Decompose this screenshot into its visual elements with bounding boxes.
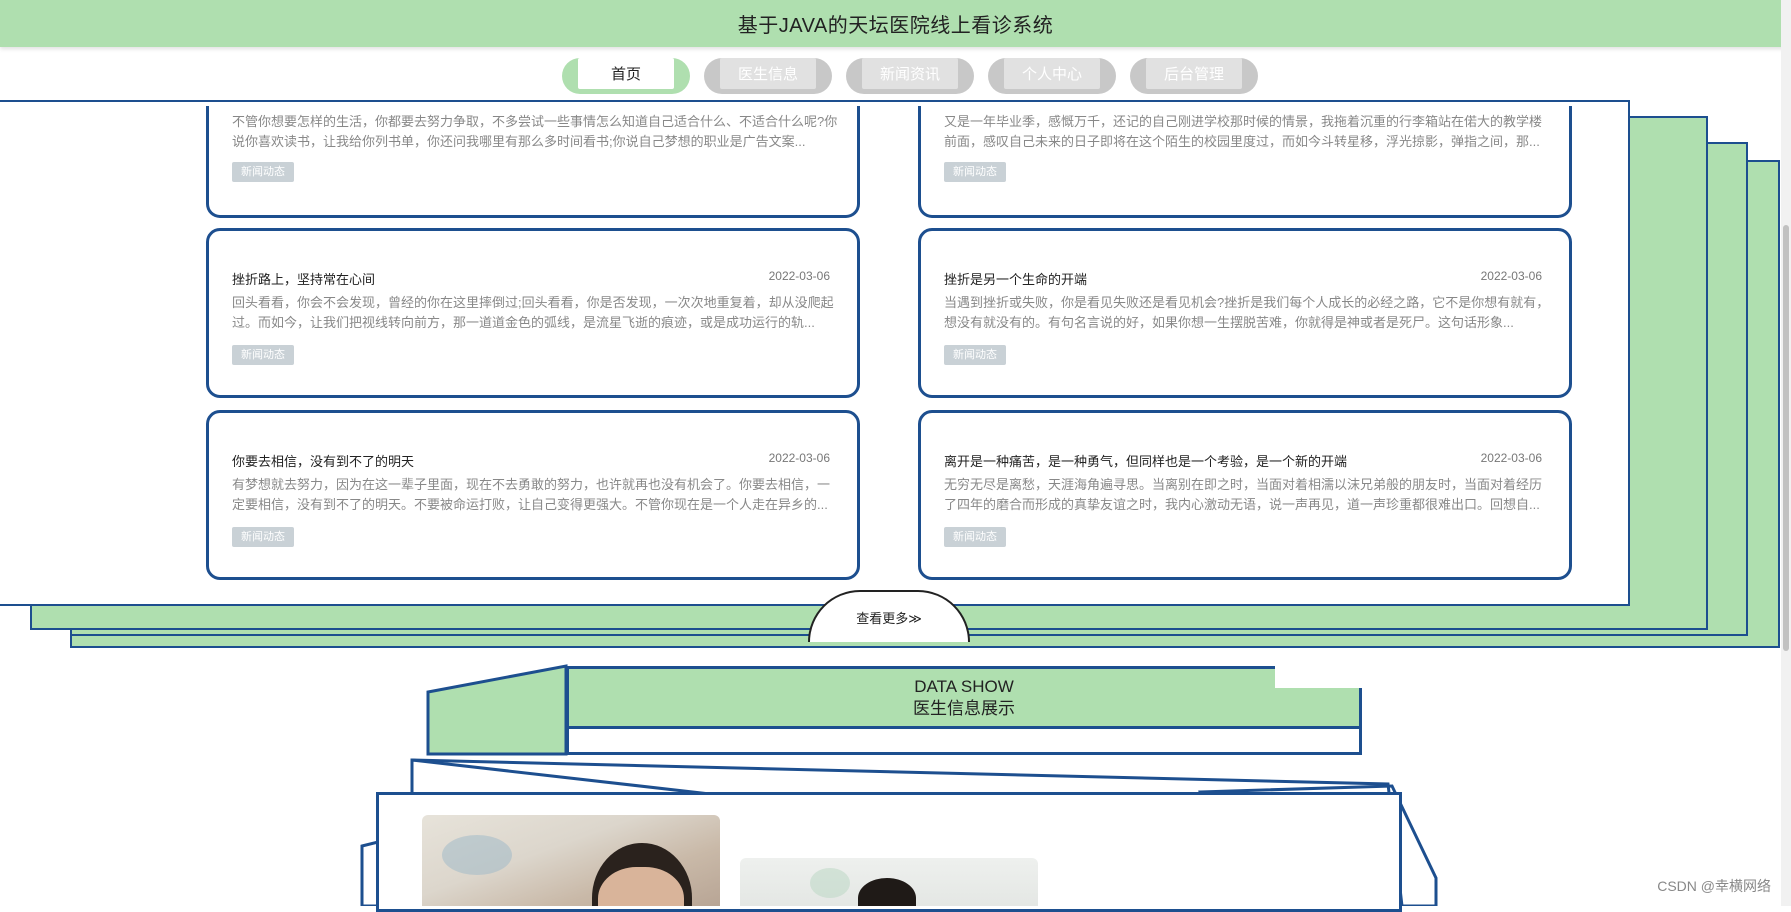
- news-card[interactable]: 挫折是另一个生命的开端 2022-03-06 当遇到挫折或失败，你是看见失败还是…: [918, 228, 1572, 398]
- news-card-date: 2022-03-06: [1480, 451, 1542, 465]
- news-card-date: 2022-03-06: [768, 269, 830, 283]
- news-card-tag: 新闻动态: [944, 527, 1006, 547]
- news-card-summary: 有梦想就去努力，因为在这一辈子里面，现在不去勇敢的努力，也许就再也没有机会了。你…: [232, 477, 831, 512]
- news-card-title: 你要去相信，没有到不了的明天: [232, 454, 415, 469]
- data-show-title-en: DATA SHOW: [914, 676, 1014, 696]
- data-show-side-flap: [426, 664, 568, 756]
- news-card-date: 2022-03-06: [1480, 269, 1542, 283]
- doctor-photo[interactable]: [422, 815, 720, 906]
- news-card-tag: 新闻动态: [944, 162, 1006, 182]
- news-card-title: 离开是一种痛苦，是一种勇气，但同样也是一个考验，是一个新的开端: [944, 454, 1348, 469]
- doctor-photo-figure: [858, 878, 916, 906]
- news-card-tag: 新闻动态: [232, 527, 294, 547]
- site-title: 基于JAVA的天坛医院线上看诊系统: [737, 15, 1054, 37]
- page-scrollbar-thumb[interactable]: [1783, 225, 1789, 651]
- news-card-summary: 无穷无尽是离愁，天涯海角遍寻思。当离别在即之时，当面对着相濡以沫兄弟般的朋友时，…: [944, 477, 1543, 512]
- news-card[interactable]: 离开是一种痛苦，是一种勇气，但同样也是一个考验，是一个新的开端 2022-03-…: [918, 410, 1572, 580]
- nav-item-label: 新闻资讯: [862, 58, 958, 89]
- data-show-title-cn: 医生信息展示: [913, 698, 1015, 718]
- news-card-date: 2022-03-06: [768, 451, 830, 465]
- main-nav: 首页 医生信息 新闻资讯 个人中心 后台管理: [562, 58, 1258, 94]
- news-card-title: 挫折是另一个生命的开端: [944, 272, 1088, 287]
- news-card[interactable]: 不管你想要怎样的生活，你都要去努力争取，不多尝试一些事情怎么知道自己适合什么、不…: [206, 106, 860, 218]
- view-more-label: 查看更多≫: [856, 610, 922, 626]
- news-card-summary: 当遇到挫折或失败，你是看见失败还是看见机会?挫折是我们每个人成长的必经之路，它不…: [944, 295, 1550, 330]
- nav-item-label: 首页: [578, 58, 674, 89]
- nav-item-label: 医生信息: [720, 58, 816, 89]
- nav-item-doctor-info[interactable]: 医生信息: [704, 58, 832, 94]
- news-card-tag: 新闻动态: [944, 345, 1006, 365]
- news-card-tag: 新闻动态: [232, 345, 294, 365]
- data-show-title-box: DATA SHOW 医生信息展示: [566, 666, 1362, 729]
- news-card[interactable]: 你要去相信，没有到不了的明天 2022-03-06 有梦想就去努力，因为在这一辈…: [206, 410, 860, 580]
- nav-item-news[interactable]: 新闻资讯: [846, 58, 974, 94]
- news-card-title: 挫折路上，坚持常在心间: [232, 272, 376, 287]
- watermark: CSDN @幸横网络: [1657, 878, 1771, 894]
- news-card-summary: 回头看看，你会不会发现，曾经的你在这里摔倒过;回头看看，你是否发现，一次次地重复…: [232, 295, 834, 330]
- news-card[interactable]: 又是一年毕业季，感慨万千，还记的自己刚进学校那时候的情景，我拖着沉重的行李箱站在…: [918, 106, 1572, 218]
- doctor-photo[interactable]: [740, 858, 1038, 906]
- data-show-notch: [1275, 664, 1365, 688]
- nav-item-home[interactable]: 首页: [562, 58, 690, 94]
- top-header-bar: 基于JAVA的天坛医院线上看诊系统: [0, 0, 1791, 47]
- view-more-button[interactable]: 查看更多≫: [808, 590, 970, 642]
- news-card-summary: 又是一年毕业季，感慨万千，还记的自己刚进学校那时候的情景，我拖着沉重的行李箱站在…: [944, 114, 1543, 149]
- doctor-photo-bg: [442, 835, 512, 875]
- news-card-tag: 新闻动态: [232, 162, 294, 182]
- doctor-photo-bg: [810, 868, 850, 898]
- nav-item-label: 个人中心: [1004, 58, 1100, 89]
- news-card[interactable]: 挫折路上，坚持常在心间 2022-03-06 回头看看，你会不会发现，曾经的你在…: [206, 228, 860, 398]
- nav-item-personal-center[interactable]: 个人中心: [988, 58, 1116, 94]
- nav-item-label: 后台管理: [1146, 58, 1242, 89]
- news-card-summary: 不管你想要怎样的生活，你都要去努力争取，不多尝试一些事情怎么知道自己适合什么、不…: [232, 114, 838, 149]
- nav-item-admin[interactable]: 后台管理: [1130, 58, 1258, 94]
